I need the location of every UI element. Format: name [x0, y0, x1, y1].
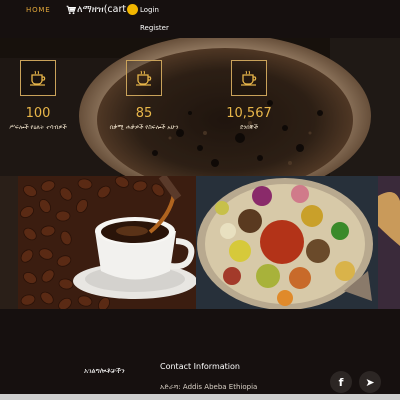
cart-icon	[66, 5, 76, 14]
coffee-cup-icon	[231, 60, 267, 96]
nav-home-link[interactable]: HOME	[26, 6, 50, 14]
contact-address: አድራሻ: Addis Abeba Ethiopia	[160, 383, 258, 391]
stat-value: 10,567	[226, 106, 272, 121]
coffee-cup-and-beans-image	[0, 176, 197, 309]
coffee-cup-icon	[126, 60, 162, 96]
page-bottom-bar	[0, 394, 400, 400]
facebook-icon[interactable]: f	[330, 371, 352, 393]
cart-link[interactable]: ለማዘዝ(cart	[66, 4, 139, 15]
login-link[interactable]: Login	[140, 6, 159, 14]
stat-item: 10,567 ደንበኞች	[194, 38, 304, 132]
cart-count-badge	[127, 4, 139, 15]
stat-value: 100	[25, 106, 51, 121]
top-nav: HOME ለማዘዝ(cart Login Register	[0, 0, 400, 38]
coffee-cup-icon	[20, 60, 56, 96]
cart-label: ለማዘዝ(cart	[77, 4, 127, 15]
ethiopian-food-platter-image	[196, 176, 400, 309]
telegram-icon[interactable]: ➤	[359, 371, 381, 393]
contact-title: Contact Information	[160, 362, 240, 371]
hero-section: 100 ሥፍሎች የዕለት ተሳብዎች 85 በቃሚ ሐቃዎች የስፍሎች አሁ…	[0, 38, 400, 176]
register-link[interactable]: Register	[140, 24, 169, 32]
stat-item: 85 በቃሚ ሐቃዎች የስፍሎች አሁን	[89, 38, 199, 132]
stat-value: 85	[135, 106, 153, 121]
footer-services-title: አገልግሎቶቻችን	[84, 367, 125, 375]
stat-item: 100 ሥፍሎች የዕለት ተሳብዎች	[0, 38, 93, 132]
stat-label: ሥፍሎች የዕለት ተሳብዎች	[9, 124, 67, 131]
gallery-section	[0, 176, 400, 309]
stat-label: በቃሚ ሐቃዎች የስፍሎች አሁን	[109, 124, 179, 131]
footer: አገልግሎቶቻችን Contact Information አድራሻ: Addi…	[0, 309, 400, 400]
stat-label: ደንበኞች	[239, 124, 259, 131]
